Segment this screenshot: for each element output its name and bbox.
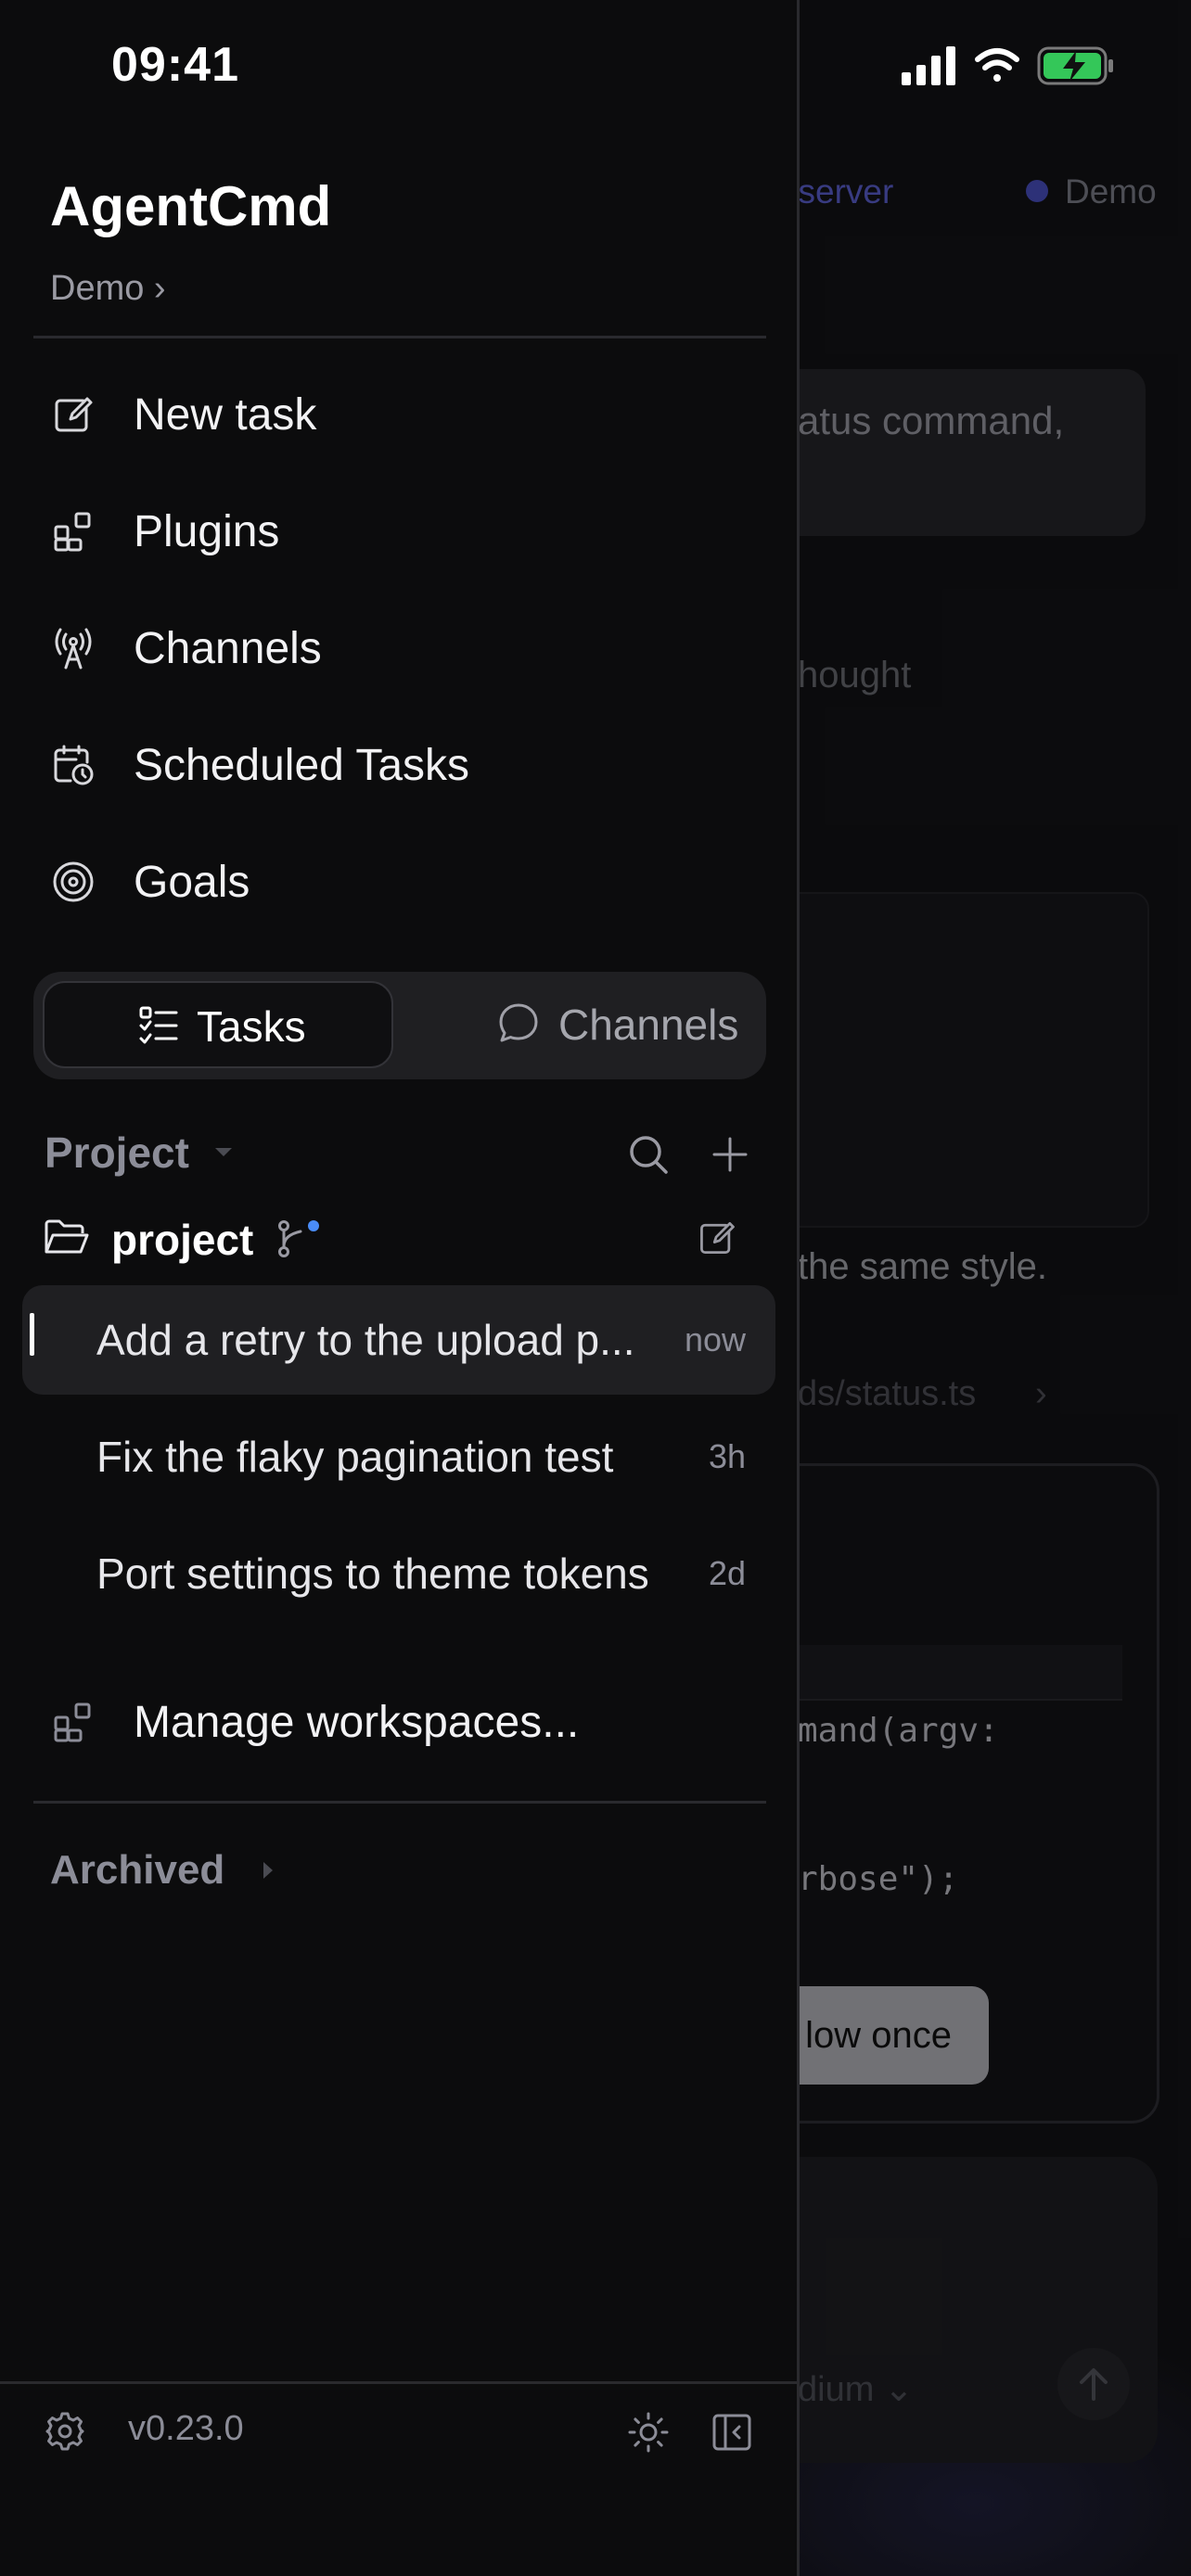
target-icon bbox=[53, 861, 94, 902]
add-icon[interactable] bbox=[711, 1135, 749, 1174]
nav-new-task[interactable]: New task bbox=[50, 367, 755, 460]
nav-goals-label: Goals bbox=[134, 858, 250, 907]
battery-charging-icon bbox=[1037, 46, 1113, 85]
checklist-icon bbox=[139, 1006, 178, 1044]
cellular-signal-icon bbox=[902, 46, 955, 85]
workspace-link[interactable]: Demo › bbox=[50, 269, 166, 309]
sun-icon[interactable] bbox=[627, 2411, 670, 2454]
chat-bubble-icon bbox=[499, 1003, 538, 1042]
tab-tasks-label: Tasks bbox=[197, 1002, 306, 1051]
git-branch-icon bbox=[278, 1220, 319, 1257]
project-section-title[interactable]: Project bbox=[45, 1128, 189, 1178]
nav-channels-label: Channels bbox=[134, 624, 322, 673]
task-title: Fix the flaky pagination test bbox=[96, 1433, 614, 1481]
footer-divider bbox=[0, 2381, 797, 2384]
nav-plugins[interactable]: Plugins bbox=[50, 484, 755, 577]
task-title: Add a retry to the upload p... bbox=[96, 1316, 635, 1364]
compose-icon[interactable] bbox=[696, 1217, 738, 1259]
divider bbox=[33, 336, 766, 338]
tab-channels[interactable]: Channels bbox=[404, 981, 757, 1068]
task-time: now bbox=[684, 1320, 746, 1358]
nav-channels[interactable]: Channels bbox=[50, 601, 755, 694]
tab-channels-label: Channels bbox=[558, 1001, 739, 1049]
task-time: 2d bbox=[708, 1554, 746, 1592]
calendar-clock-icon bbox=[54, 745, 94, 785]
plugins-icon bbox=[54, 512, 91, 552]
tasks-channels-toggle: Tasks Channels bbox=[33, 972, 766, 1079]
status-icons bbox=[900, 43, 1122, 96]
compose-icon bbox=[55, 397, 93, 432]
caret-down-icon[interactable] bbox=[213, 1146, 234, 1159]
divider bbox=[33, 1801, 766, 1804]
status-time: 09:41 bbox=[111, 38, 239, 92]
manage-workspaces-label: Manage workspaces... bbox=[134, 1698, 580, 1747]
nav-plugins-label: Plugins bbox=[134, 507, 280, 556]
app-title: AgentCmd bbox=[50, 175, 332, 237]
task-row[interactable]: Fix the flaky pagination test 3h bbox=[22, 1402, 775, 1511]
broadcast-icon bbox=[55, 628, 92, 670]
search-icon[interactable] bbox=[627, 1133, 670, 1176]
task-row[interactable]: Port settings to theme tokens 2d bbox=[22, 1519, 775, 1628]
app-version: v0.23.0 bbox=[128, 2409, 244, 2448]
wifi-icon bbox=[975, 48, 1019, 82]
folder-open-icon bbox=[45, 1219, 89, 1254]
project-folder-name[interactable]: project bbox=[111, 1215, 253, 1265]
selected-indicator bbox=[30, 1313, 34, 1356]
caret-right-icon[interactable] bbox=[262, 1860, 275, 1881]
collapse-sidebar-icon[interactable] bbox=[711, 2411, 753, 2454]
task-row[interactable]: Add a retry to the upload p... now bbox=[22, 1285, 775, 1395]
tab-tasks[interactable]: Tasks bbox=[43, 981, 393, 1068]
archived-section[interactable]: Archived bbox=[50, 1847, 224, 1894]
manage-workspaces-button[interactable]: Manage workspaces... bbox=[50, 1675, 755, 1767]
nav-scheduled-tasks[interactable]: Scheduled Tasks bbox=[50, 718, 755, 810]
task-time: 3h bbox=[708, 1437, 746, 1475]
nav-goals[interactable]: Goals bbox=[50, 835, 755, 927]
nav-scheduled-tasks-label: Scheduled Tasks bbox=[134, 741, 470, 790]
gear-icon[interactable] bbox=[45, 2411, 85, 2452]
workspaces-icon bbox=[54, 1702, 91, 1742]
navigation-drawer: AgentCmd Demo › New task Plugins Channel… bbox=[0, 0, 800, 2576]
task-title: Port settings to theme tokens bbox=[96, 1549, 649, 1598]
nav-new-task-label: New task bbox=[134, 390, 317, 440]
